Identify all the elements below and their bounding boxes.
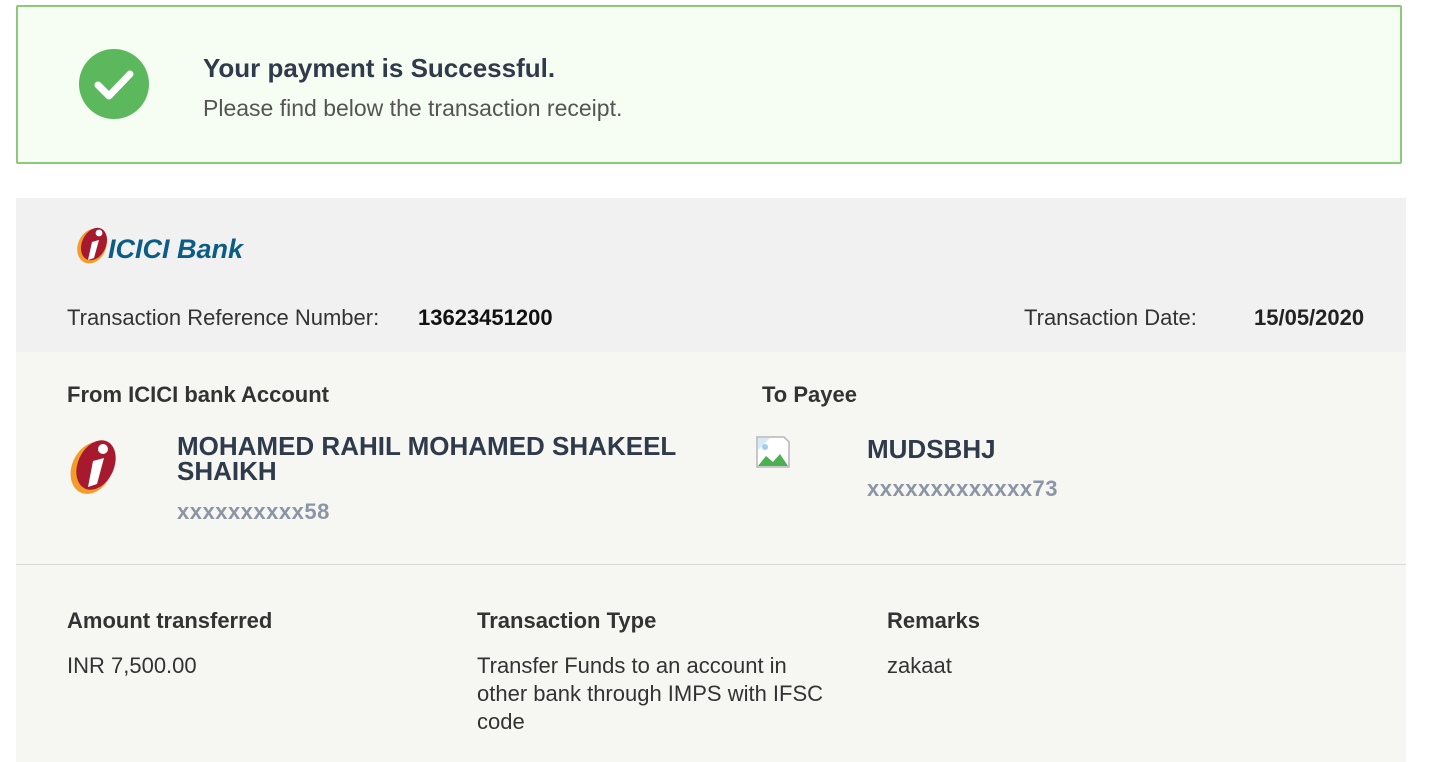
date-label: Transaction Date: — [1024, 305, 1197, 330]
amount-heading: Amount transferred — [67, 608, 273, 633]
from-account-heading: From ICICI bank Account — [67, 382, 329, 407]
transaction-type-value: Transfer Funds to an account in other ba… — [477, 653, 824, 734]
icici-logo-icon — [70, 440, 116, 494]
reference-label: Transaction Reference Number: — [67, 305, 380, 330]
remarks-value: zakaat — [887, 653, 952, 678]
date-value: 15/05/2020 — [1254, 305, 1365, 330]
transaction-type-heading: Transaction Type — [477, 608, 657, 633]
transaction-receipt: ICICI Bank Transaction Reference Number:… — [16, 198, 1406, 762]
success-banner: Your payment is Successful. Please find … — [16, 5, 1402, 164]
payee-account-number: xxxxxxxxxxxxx73 — [867, 476, 1059, 501]
section-divider — [16, 564, 1406, 565]
success-subtitle: Please find below the transaction receip… — [203, 95, 623, 121]
bank-logo-text: ICICI Bank — [108, 234, 245, 264]
to-payee-heading: To Payee — [762, 382, 857, 407]
payee-name: MUDSBHJ — [867, 434, 996, 464]
from-account-name: MOHAMED RAHIL MOHAMED SHAKEEL SHAIKH — [177, 431, 676, 486]
broken-image-icon — [756, 436, 790, 468]
check-circle-icon — [79, 49, 149, 119]
from-account-number: xxxxxxxxxx58 — [177, 499, 330, 524]
success-title: Your payment is Successful. — [203, 53, 556, 83]
receipt-header: ICICI Bank Transaction Reference Number:… — [16, 198, 1406, 352]
remarks-heading: Remarks — [887, 608, 980, 633]
icici-bank-logo: ICICI Bank — [77, 227, 245, 264]
reference-value: 13623451200 — [418, 305, 553, 330]
amount-value: INR 7,500.00 — [67, 653, 197, 678]
